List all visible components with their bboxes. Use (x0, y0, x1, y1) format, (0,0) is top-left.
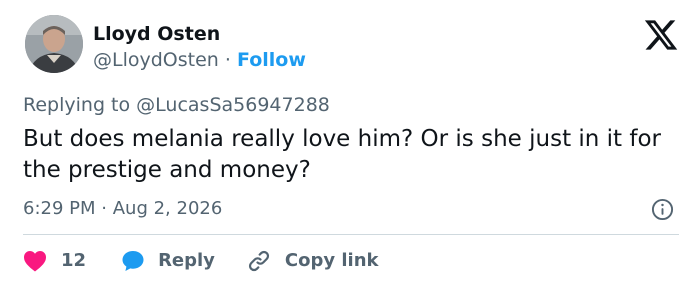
tweet-date: Aug 2, 2026 (112, 198, 223, 219)
replying-to-prefix: Replying to (23, 94, 131, 116)
heart-icon (24, 251, 46, 272)
replying-to: Replying to @LucasSa56947288 (23, 94, 330, 116)
info-icon[interactable] (651, 198, 674, 221)
copy-link-button[interactable]: Copy link (247, 249, 379, 273)
author-handle-row: @LloydOsten · Follow (93, 49, 306, 71)
tweet-time: 6:29 PM (23, 198, 96, 219)
like-count: 12 (61, 250, 87, 271)
tweet-text: But does melania really love him? Or is … (23, 126, 662, 183)
action-bar: 12 Reply Copy link (23, 248, 379, 274)
follow-button[interactable]: Follow (237, 49, 306, 71)
author-name[interactable]: Lloyd Osten (93, 23, 220, 45)
like-button[interactable]: 12 (23, 250, 121, 272)
replying-to-mention[interactable]: @LucasSa56947288 (136, 94, 330, 116)
reply-bubble-icon (122, 251, 144, 271)
reply-label: Reply (158, 250, 215, 271)
copy-link-label: Copy link (284, 250, 379, 271)
link-icon (248, 250, 269, 272)
author-handle[interactable]: @LloydOsten (93, 49, 219, 71)
timestamp[interactable]: 6:29 PM · Aug 2, 2026 (23, 198, 222, 220)
divider (23, 234, 679, 235)
handle-separator: · (224, 49, 231, 71)
avatar-photo (25, 15, 83, 73)
timestamp-separator: · (101, 198, 107, 219)
x-logo-icon[interactable] (643, 17, 679, 53)
reply-button[interactable]: Reply (121, 249, 247, 273)
avatar[interactable] (25, 15, 83, 73)
